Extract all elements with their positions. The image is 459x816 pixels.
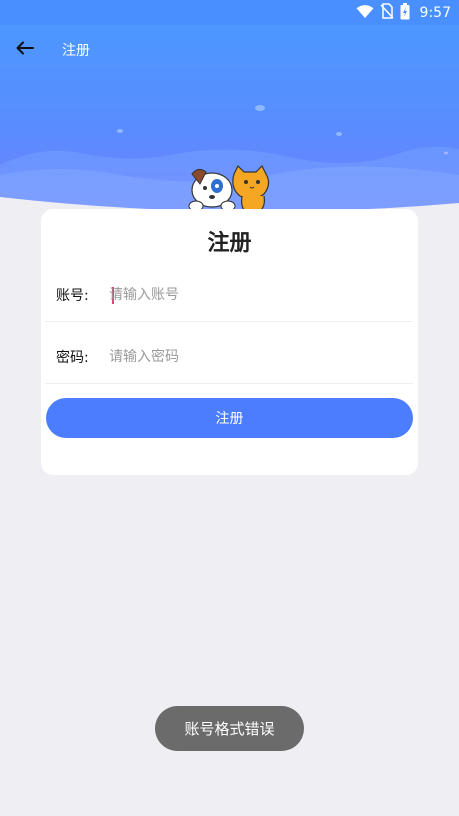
status-icons: 9:57	[356, 2, 451, 24]
no-sim-icon	[379, 3, 394, 23]
status-time: 9:57	[419, 5, 451, 21]
card-title: 注册	[207, 231, 252, 256]
wifi-icon	[356, 4, 374, 23]
password-input[interactable]	[109, 345, 389, 369]
register-card: 注册 账号: 密码: 注册	[41, 209, 418, 475]
account-label: 账号:	[56, 288, 89, 304]
toast-message: 账号格式错误	[155, 706, 304, 751]
account-row: 账号:	[45, 269, 413, 322]
register-button[interactable]: 注册	[46, 398, 413, 438]
battery-charging-icon	[400, 2, 410, 24]
arrow-left-icon	[16, 40, 34, 59]
password-label: 密码:	[56, 350, 89, 366]
account-input[interactable]	[109, 283, 389, 307]
status-bar: 9:57	[0, 0, 459, 25]
password-row: 密码:	[45, 331, 413, 384]
back-button[interactable]	[10, 34, 40, 64]
page-title: 注册	[62, 43, 90, 59]
